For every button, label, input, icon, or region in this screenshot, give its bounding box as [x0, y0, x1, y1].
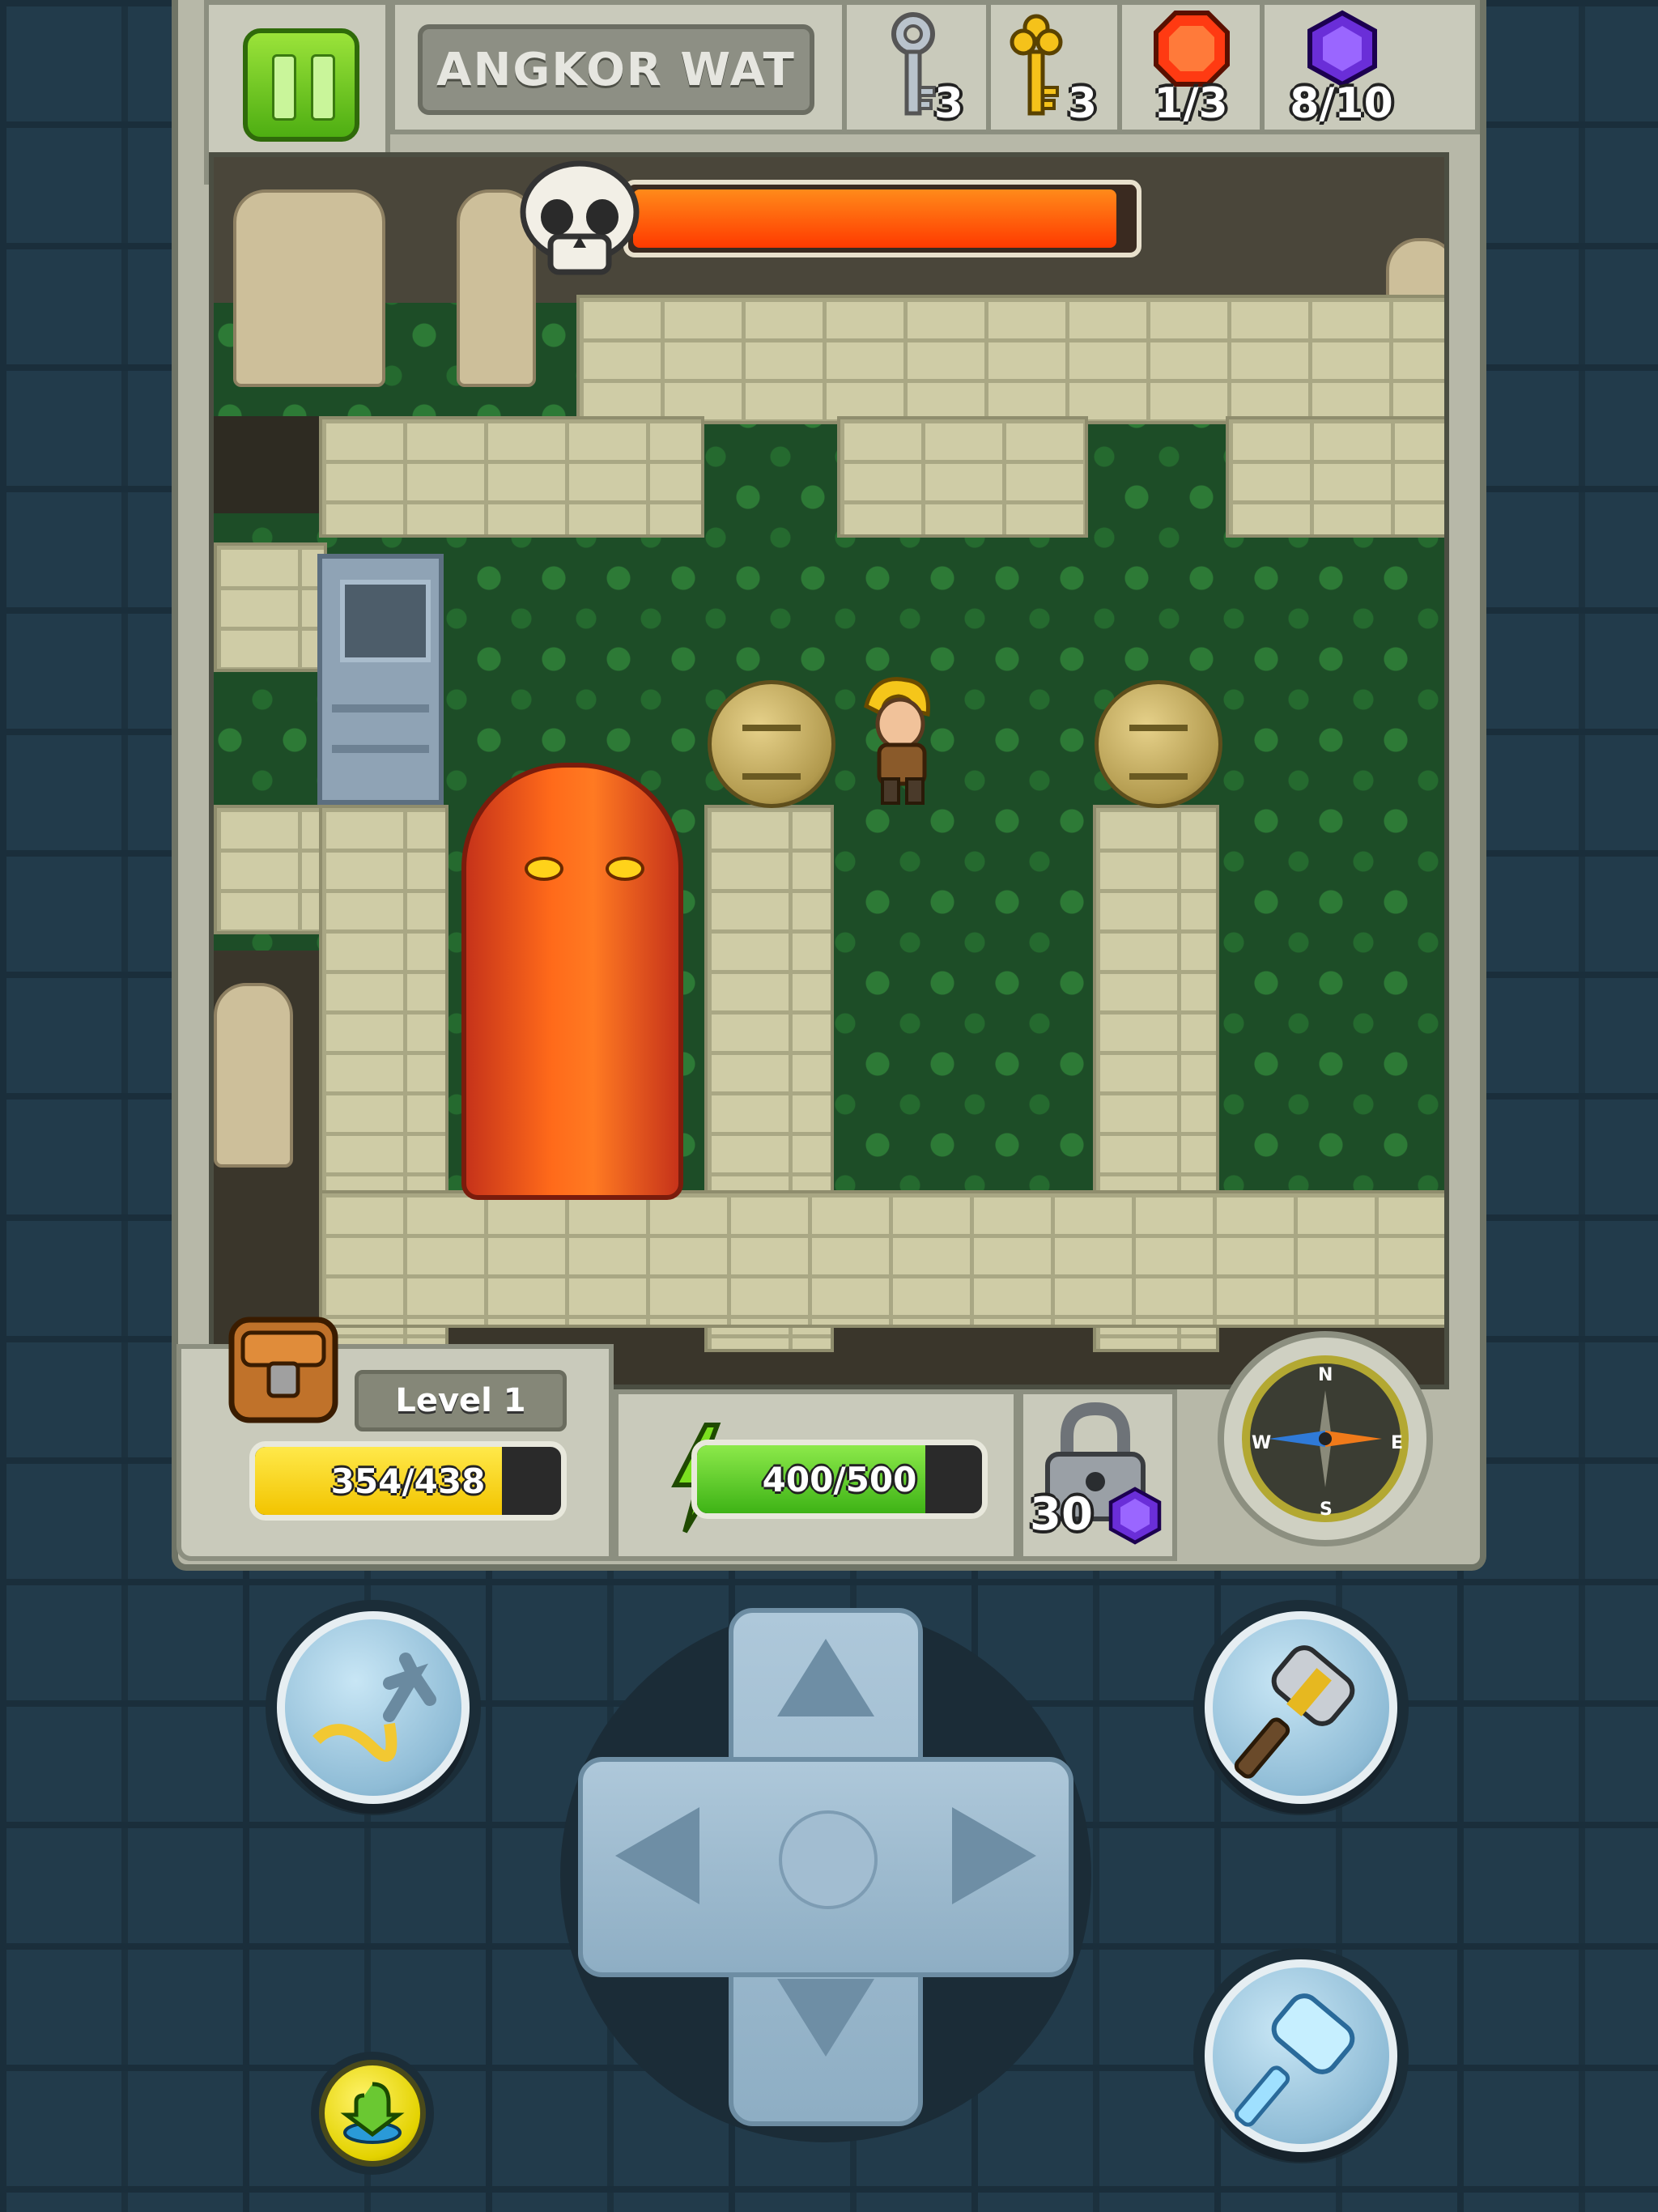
red-gem-count: 1/3 [1154, 79, 1228, 128]
stone-ledge-left [214, 542, 327, 672]
game-viewport [209, 152, 1449, 1389]
unlock-cost: 30 [1030, 1488, 1093, 1541]
purple-gem-counter: 8/10 [1265, 0, 1418, 134]
compass-button[interactable]: N S W E [1218, 1331, 1433, 1546]
skull-icon [520, 160, 640, 275]
door-window [340, 580, 431, 662]
pause-button[interactable] [243, 28, 359, 142]
hammer-icon [1234, 1645, 1355, 1779]
explorer-character [864, 677, 930, 805]
gold-key-count: 3 [1067, 79, 1098, 128]
purple-gem-icon [1307, 10, 1377, 87]
red-gem-counter: 1/3 [1122, 0, 1260, 134]
boulder-face [742, 725, 801, 780]
boss-health-fill [633, 189, 1116, 248]
stone-block-top-middle [837, 416, 1088, 538]
stone-head-statue [233, 189, 385, 387]
fire-snake-boss [461, 763, 683, 1200]
door-stripe [332, 745, 429, 753]
download-icon [340, 2082, 405, 2144]
stone-wall-top [576, 295, 1444, 424]
silver-key-counter: 3 [847, 0, 986, 134]
level-label: Level 1 [355, 1370, 567, 1431]
snake-eye [525, 857, 563, 881]
dpad-right-arrow[interactable] [952, 1807, 1036, 1904]
xp-bar-text: 354/438 [330, 1461, 486, 1501]
dpad-up-arrow[interactable] [777, 1639, 874, 1716]
grappling-hook-button[interactable] [277, 1611, 470, 1804]
purple-gem-icon [1108, 1487, 1162, 1545]
compass-east: E [1391, 1433, 1404, 1453]
stone-face-boulder [708, 680, 835, 808]
ice-hammer-icon [1234, 1993, 1355, 2127]
pause-icon-bar-right [311, 54, 335, 121]
hammer-button[interactable] [1205, 1611, 1397, 1804]
temple-background-left [214, 416, 319, 513]
door-stripe [332, 704, 429, 713]
stone-ledge-upper-left [319, 416, 704, 538]
boulder-face [1129, 725, 1188, 780]
compass-south: S [1320, 1499, 1333, 1520]
metal-door[interactable] [317, 554, 444, 805]
dpad-center [779, 1810, 878, 1909]
dig-down-button[interactable] [319, 2060, 426, 2167]
energy-bar: 400/500 [691, 1440, 988, 1519]
boss-health-bar [623, 180, 1141, 257]
stone-face-boulder [1095, 680, 1222, 808]
silver-key-count: 3 [933, 79, 964, 128]
red-gem-icon [1154, 11, 1230, 87]
compass-west: W [1252, 1433, 1272, 1453]
backpack-icon[interactable] [219, 1304, 348, 1433]
dpad-left-arrow[interactable] [615, 1807, 699, 1904]
dpad-down-arrow[interactable] [777, 1979, 874, 2057]
energy-bar-text: 400/500 [762, 1459, 917, 1499]
stone-block-top-right [1226, 416, 1444, 538]
location-title: ANGKOR WAT [418, 24, 814, 115]
gold-key-counter: 3 [991, 0, 1117, 134]
purple-gem-count: 8/10 [1290, 79, 1393, 128]
grappling-hook-icon [312, 1653, 436, 1762]
xp-bar: 354/438 [249, 1441, 567, 1521]
compass-north: N [1318, 1365, 1333, 1385]
ice-hammer-button[interactable] [1205, 1959, 1397, 2152]
stone-floor [319, 1190, 1444, 1328]
snake-eye [606, 857, 644, 881]
seated-statue-left [214, 983, 293, 1168]
pause-icon [272, 54, 296, 121]
